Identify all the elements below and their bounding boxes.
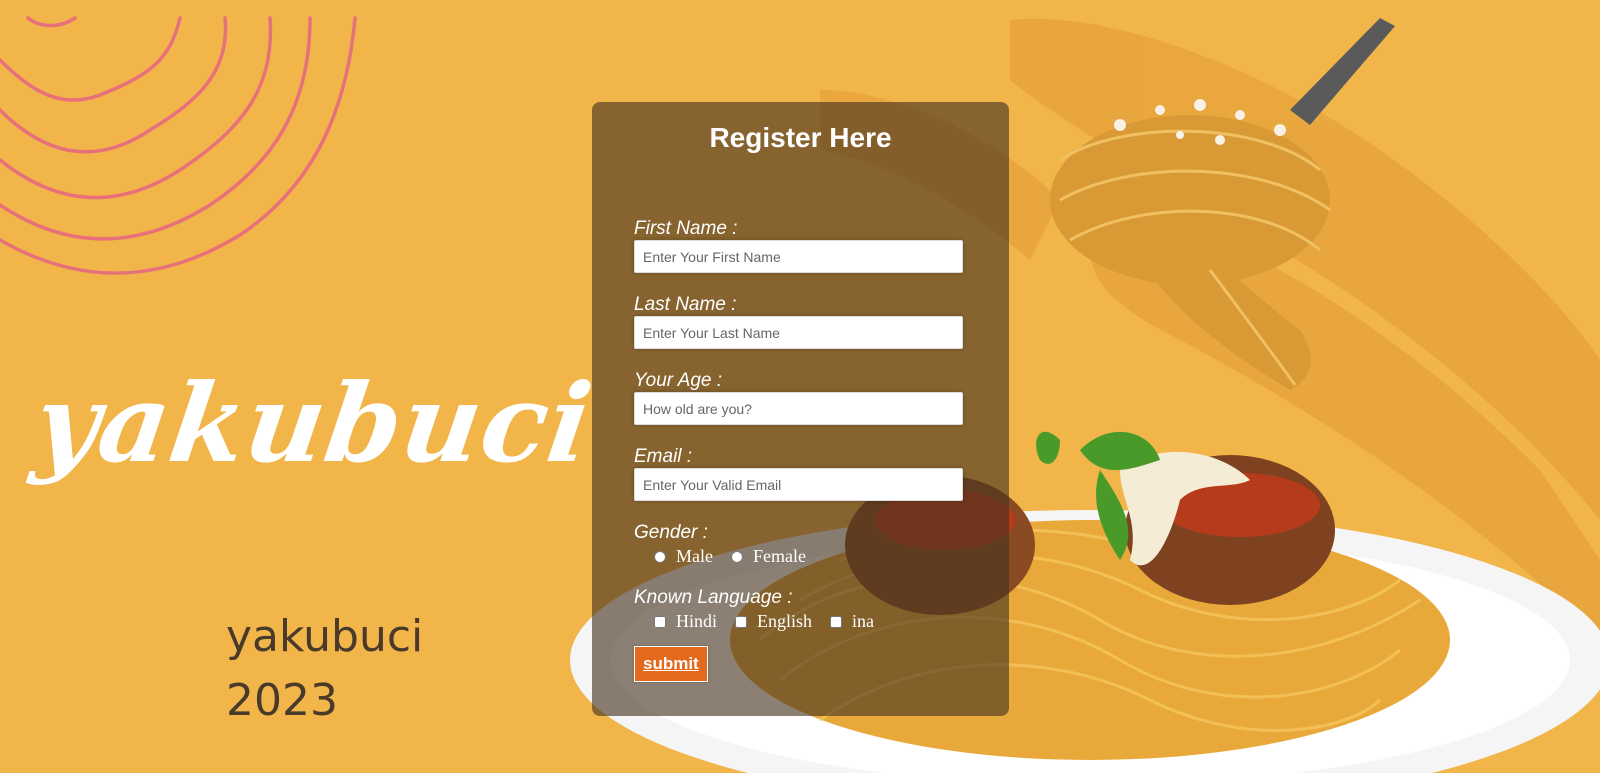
page: yakubuci yakubuci 2023 Register Here Fir… xyxy=(0,0,1600,773)
gender-male-label: Male xyxy=(676,546,713,566)
email-label: Email : xyxy=(634,446,693,467)
email-input[interactable] xyxy=(634,468,963,501)
gender-female-radio[interactable] xyxy=(730,550,743,563)
email-field: Email : xyxy=(634,446,963,501)
language-options: Hindi English ina xyxy=(654,611,892,632)
last-name-label: Last Name : xyxy=(634,294,737,315)
language-hindi-checkbox[interactable] xyxy=(654,615,666,628)
language-option-hindi[interactable]: Hindi xyxy=(654,611,717,632)
brand-footer-year: 2023 xyxy=(226,675,338,726)
last-name-field: Last Name : xyxy=(634,294,963,349)
first-name-input[interactable] xyxy=(634,240,963,273)
language-field: Known Language : Hindi English ina xyxy=(634,587,892,632)
gender-options: Male Female xyxy=(654,546,824,567)
first-name-label: First Name : xyxy=(634,218,738,239)
language-ina-label: ina xyxy=(852,611,875,631)
form-title: Register Here xyxy=(709,122,892,153)
registration-form: Register Here First Name : Last Name : Y… xyxy=(592,102,1009,716)
language-hindi-label: Hindi xyxy=(676,611,718,631)
age-input[interactable] xyxy=(634,392,963,425)
gender-female-label: Female xyxy=(752,546,806,566)
brand-footer: yakubuci 2023 xyxy=(226,605,423,733)
brand-footer-name: yakubuci xyxy=(226,611,424,662)
language-english-checkbox[interactable] xyxy=(735,615,748,628)
language-option-english[interactable]: English xyxy=(735,611,812,632)
language-option-ina[interactable]: ina xyxy=(830,611,874,632)
language-english-label: English xyxy=(757,611,813,631)
first-name-field: First Name : xyxy=(634,218,963,273)
gender-label: Gender : xyxy=(634,522,708,543)
age-label: Your Age : xyxy=(634,370,723,391)
language-ina-checkbox[interactable] xyxy=(830,615,843,628)
last-name-input[interactable] xyxy=(634,316,963,349)
gender-male-radio[interactable] xyxy=(654,550,666,563)
gender-option-male[interactable]: Male xyxy=(654,546,713,567)
age-field: Your Age : xyxy=(634,370,963,425)
submit-button[interactable]: submit xyxy=(634,646,708,682)
brand-logo: yakubuci xyxy=(27,361,600,487)
language-label: Known Language : xyxy=(634,587,793,608)
gender-option-female[interactable]: Female xyxy=(730,546,806,567)
gender-field: Gender : Male Female xyxy=(634,522,824,567)
squiggle-lines-decoration xyxy=(0,16,357,275)
